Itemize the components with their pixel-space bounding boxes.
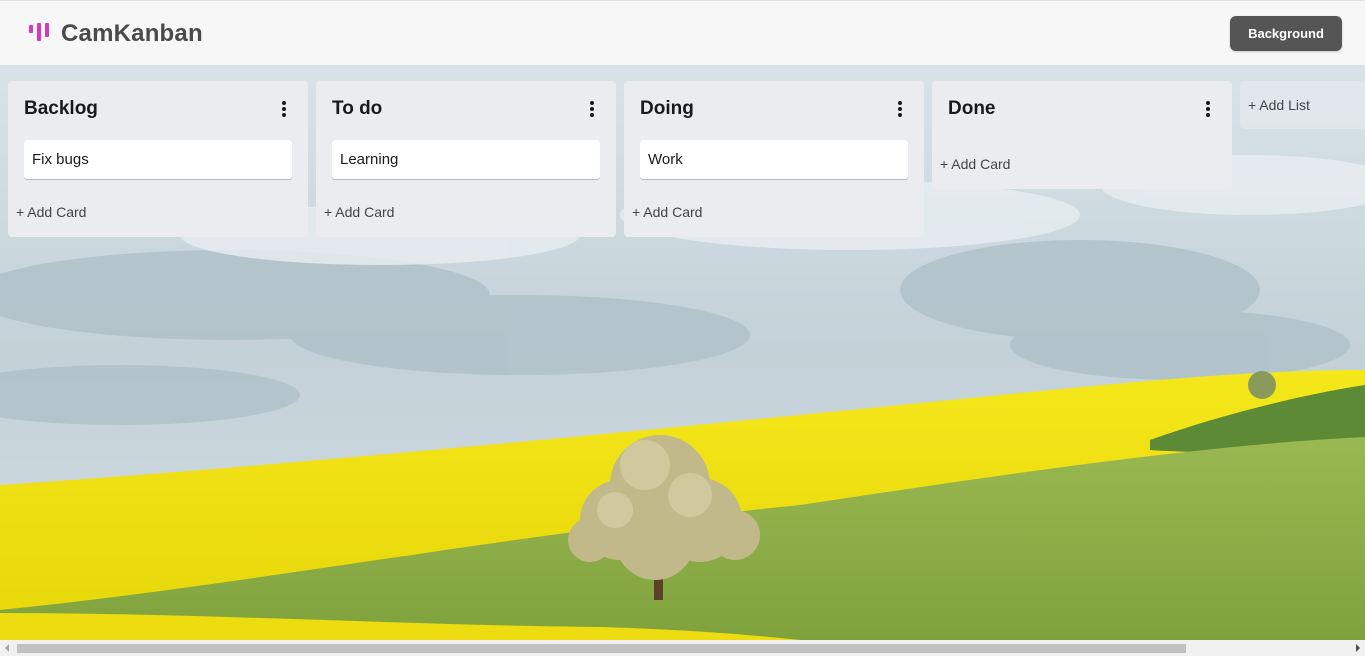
- add-list-button[interactable]: + Add List: [1240, 81, 1365, 129]
- list-done: Done + Add Card: [932, 81, 1232, 189]
- list-backlog: Backlog Fix bugs + Add Card: [8, 81, 308, 237]
- list-doing: Doing Work + Add Card: [624, 81, 924, 237]
- card[interactable]: Learning: [332, 140, 600, 179]
- card[interactable]: Work: [640, 140, 908, 179]
- arrow-left-icon[interactable]: [5, 644, 9, 652]
- list-to-do: To do Learning + Add Card: [316, 81, 616, 237]
- add-list-label: + Add List: [1248, 97, 1310, 113]
- scrollbar-thumb[interactable]: [17, 644, 1186, 653]
- list-title: Done: [948, 98, 996, 119]
- more-vertical-icon[interactable]: [898, 101, 902, 117]
- app-title: CamKanban: [61, 20, 203, 47]
- add-card-button[interactable]: + Add Card: [940, 156, 1010, 172]
- card[interactable]: Fix bugs: [24, 140, 292, 179]
- add-card-button[interactable]: + Add Card: [16, 204, 86, 220]
- horizontal-scrollbar[interactable]: [0, 640, 1365, 656]
- add-card-button[interactable]: + Add Card: [632, 204, 702, 220]
- add-card-button[interactable]: + Add Card: [324, 204, 394, 220]
- top-header: CamKanban Background: [0, 0, 1365, 65]
- list-title: To do: [332, 98, 383, 119]
- list-title: Backlog: [24, 98, 98, 119]
- arrow-right-icon[interactable]: [1356, 644, 1360, 652]
- background-button[interactable]: Background: [1230, 16, 1342, 51]
- kanban-logo-icon: [29, 23, 49, 45]
- more-vertical-icon[interactable]: [282, 101, 286, 117]
- list-title: Doing: [640, 98, 694, 119]
- more-vertical-icon[interactable]: [590, 101, 594, 117]
- more-vertical-icon[interactable]: [1206, 101, 1210, 117]
